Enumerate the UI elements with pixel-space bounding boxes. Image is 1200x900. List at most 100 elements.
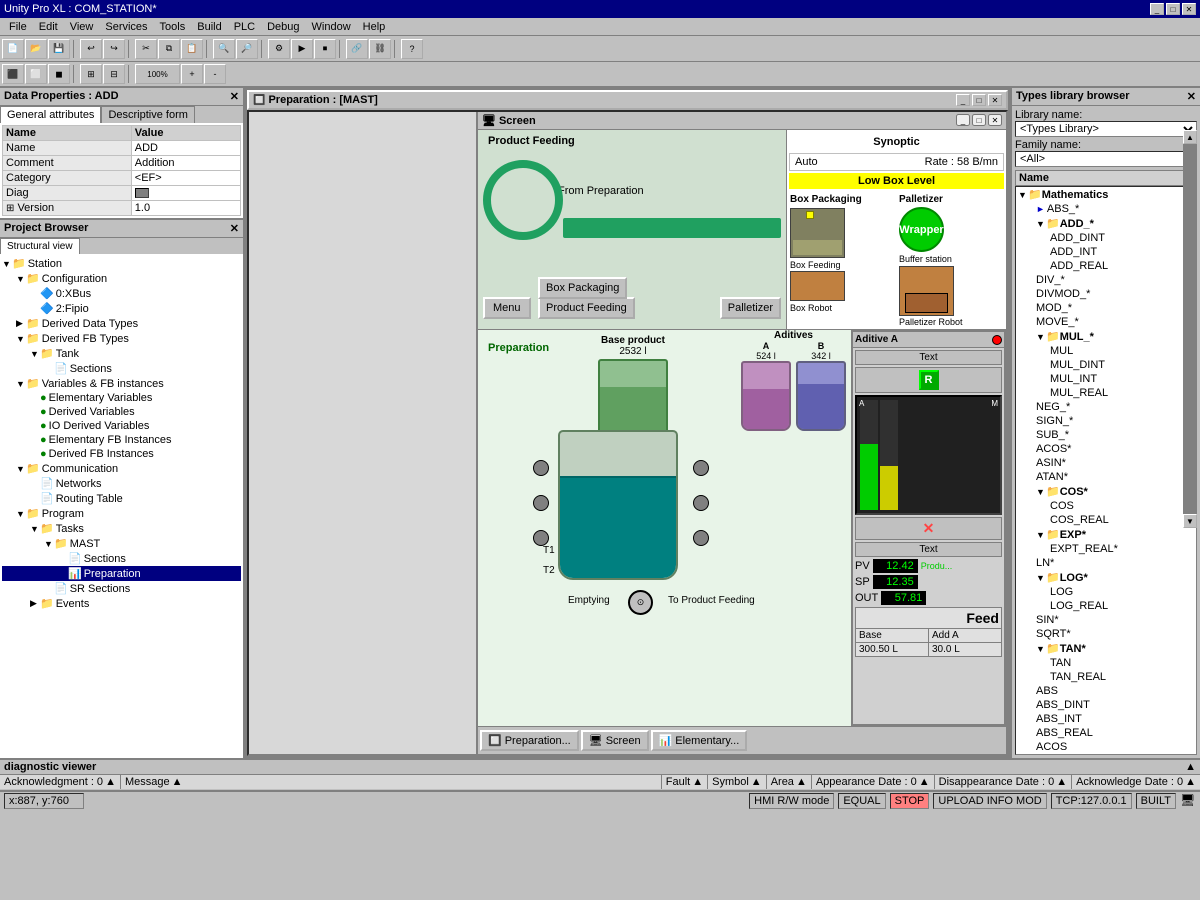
screen-min[interactable]: _ — [956, 114, 970, 126]
dp-tab-general[interactable]: General attributes — [0, 106, 101, 123]
tb-undo[interactable]: ↩ — [80, 39, 102, 59]
menu-view[interactable]: View — [65, 20, 99, 34]
lib-add-int[interactable]: ADD_INT — [1016, 245, 1196, 259]
tl-library-select[interactable]: <Types Library> — [1015, 121, 1197, 137]
lib-divmod[interactable]: DIVMOD_* — [1016, 287, 1196, 301]
pb-item-sections1[interactable]: 📄 Sections — [2, 361, 241, 376]
tb-open[interactable]: 📂 — [25, 39, 47, 59]
tb-help[interactable]: ? — [401, 39, 423, 59]
lib-cos-star[interactable]: ▼ 📁 COS* — [1016, 484, 1196, 499]
pb-item-config[interactable]: ▼ 📁 Configuration — [2, 271, 241, 286]
lib-log[interactable]: LOG — [1016, 585, 1196, 599]
minimize-btn[interactable]: _ — [1150, 3, 1164, 15]
diag-col-fault[interactable]: Fault ▲ — [662, 775, 708, 789]
r-button[interactable]: R — [919, 370, 939, 390]
pb-item-tasks[interactable]: ▼ 📁 Tasks — [2, 521, 241, 536]
pb-item-comm[interactable]: ▼ 📁 Communication — [2, 461, 241, 476]
tb2-btn8[interactable]: - — [204, 64, 226, 84]
tb-disconnect[interactable]: ⛓ — [369, 39, 391, 59]
lib-mul-real[interactable]: MUL_REAL — [1016, 386, 1196, 400]
tl-close-icon[interactable]: ✕ — [1187, 90, 1196, 103]
lib-mul-star[interactable]: ▼ 📁 MUL_* — [1016, 329, 1196, 344]
tb-new[interactable]: 📄 — [2, 39, 24, 59]
pb-item-vars[interactable]: ▼ 📁 Variables & FB instances — [2, 376, 241, 391]
menu-edit[interactable]: Edit — [34, 20, 63, 34]
pb-item-events[interactable]: ▶ 📁 Events — [2, 596, 241, 611]
menu-tools[interactable]: Tools — [155, 20, 191, 34]
tb-run[interactable]: ▶ — [291, 39, 313, 59]
prod-feeding-btn[interactable]: Product Feeding — [538, 297, 635, 319]
palletizer-btn[interactable]: Palletizer — [720, 297, 781, 319]
menu-build[interactable]: Build — [192, 20, 226, 34]
diag-col-disappear[interactable]: Disappearance Date : 0 ▲ — [935, 775, 1072, 789]
lib-acos-star[interactable]: ACOS* — [1016, 442, 1196, 456]
elementary-tab[interactable]: 📊 Elementary... — [651, 730, 748, 751]
lib-cos-real[interactable]: COS_REAL — [1016, 513, 1196, 527]
pb-item-fb-inst[interactable]: ● Elementary FB Instances — [2, 433, 241, 447]
diag-col-sym[interactable]: Symbol ▲ — [708, 775, 767, 789]
lib-cos[interactable]: COS — [1016, 499, 1196, 513]
box-pkg-btn[interactable]: Box Packaging — [538, 277, 627, 299]
lib-neg[interactable]: NEG_* — [1016, 400, 1196, 414]
pb-item-ddt[interactable]: ▶ 📁 Derived Data Types — [2, 316, 241, 331]
pb-item-derived-vars[interactable]: ● Derived Variables — [2, 405, 241, 419]
pb-item-program[interactable]: ▼ 📁 Program — [2, 506, 241, 521]
lib-atan[interactable]: ATAN* — [1016, 470, 1196, 484]
lib-sqrt[interactable]: SQRT* — [1016, 627, 1196, 641]
lib-expt[interactable]: EXPT_REAL* — [1016, 542, 1196, 556]
valve-5[interactable] — [693, 495, 709, 511]
valve-4[interactable] — [693, 460, 709, 476]
lib-exp-star[interactable]: ▼ 📁 EXP* — [1016, 527, 1196, 542]
pb-close-icon[interactable]: ✕ — [230, 222, 239, 235]
pb-item-preparation[interactable]: 📊 Preparation — [2, 566, 241, 581]
prep-maximize[interactable]: □ — [972, 94, 986, 106]
valve-6[interactable] — [693, 530, 709, 546]
pb-item-dfbt[interactable]: ▼ 📁 Derived FB Types — [2, 331, 241, 346]
lib-sub[interactable]: SUB_* — [1016, 428, 1196, 442]
dp-tab-descriptive[interactable]: Descriptive form — [101, 106, 194, 123]
diag-col-appear[interactable]: Appearance Date : 0 ▲ — [812, 775, 935, 789]
lib-log-star[interactable]: ▼ 📁 LOG* — [1016, 570, 1196, 585]
lib-mul-dint[interactable]: MUL_DINT — [1016, 358, 1196, 372]
tb-find[interactable]: 🔎 — [236, 39, 258, 59]
pb-item-sections2[interactable]: 📄 Sections — [2, 551, 241, 566]
lib-mod[interactable]: MOD_* — [1016, 301, 1196, 315]
lib-abs-star[interactable]: ► ABS_* — [1016, 202, 1196, 216]
lib-add-dint[interactable]: ADD_DINT — [1016, 231, 1196, 245]
lib-abs-int[interactable]: ABS_INT — [1016, 712, 1196, 726]
menu-btn[interactable]: Menu — [483, 297, 531, 319]
menu-window[interactable]: Window — [307, 20, 356, 34]
diag-col-ack-date[interactable]: Acknowledge Date : 0 ▲ — [1072, 775, 1200, 789]
tb-cut[interactable]: ✂ — [135, 39, 157, 59]
lib-tan-star[interactable]: ▼ 📁 TAN* — [1016, 641, 1196, 656]
lib-mul-int[interactable]: MUL_INT — [1016, 372, 1196, 386]
valve-3[interactable] — [533, 530, 549, 546]
lib-add-real[interactable]: ADD_REAL — [1016, 259, 1196, 273]
tb2-btn6[interactable]: 100% — [135, 64, 180, 84]
lib-sin[interactable]: SIN* — [1016, 613, 1196, 627]
lib-abs[interactable]: ABS — [1016, 684, 1196, 698]
diag-col-ack[interactable]: Acknowledgment : 0 ▲ — [0, 775, 121, 789]
pb-tab-structural[interactable]: Structural view — [0, 238, 80, 254]
tb2-btn4[interactable]: ⊞ — [80, 64, 102, 84]
diag-expand-icon[interactable]: ▲ — [1185, 761, 1196, 773]
tb-paste[interactable]: 📋 — [181, 39, 203, 59]
menu-file[interactable]: File — [4, 20, 32, 34]
screen-max[interactable]: □ — [972, 114, 986, 126]
lib-ln[interactable]: LN* — [1016, 556, 1196, 570]
lib-math[interactable]: ▼ 📁 Mathematics — [1016, 187, 1196, 202]
menu-services[interactable]: Services — [100, 20, 152, 34]
lib-abs-dint[interactable]: ABS_DINT — [1016, 698, 1196, 712]
lib-abs-real[interactable]: ABS_REAL — [1016, 726, 1196, 740]
menu-debug[interactable]: Debug — [262, 20, 304, 34]
pb-item-mast[interactable]: ▼ 📁 MAST — [2, 536, 241, 551]
screen-close[interactable]: ✕ — [988, 114, 1002, 126]
lib-sign[interactable]: SIGN_* — [1016, 414, 1196, 428]
close-btn[interactable]: ✕ — [1182, 3, 1196, 15]
maximize-btn[interactable]: □ — [1166, 3, 1180, 15]
menu-help[interactable]: Help — [358, 20, 391, 34]
pb-item-station[interactable]: ▼ 📁 Station — [2, 256, 241, 271]
screen-tab[interactable]: 🖥 Screen — [581, 730, 649, 751]
tb-save[interactable]: 💾 — [48, 39, 70, 59]
tb2-btn5[interactable]: ⊟ — [103, 64, 125, 84]
